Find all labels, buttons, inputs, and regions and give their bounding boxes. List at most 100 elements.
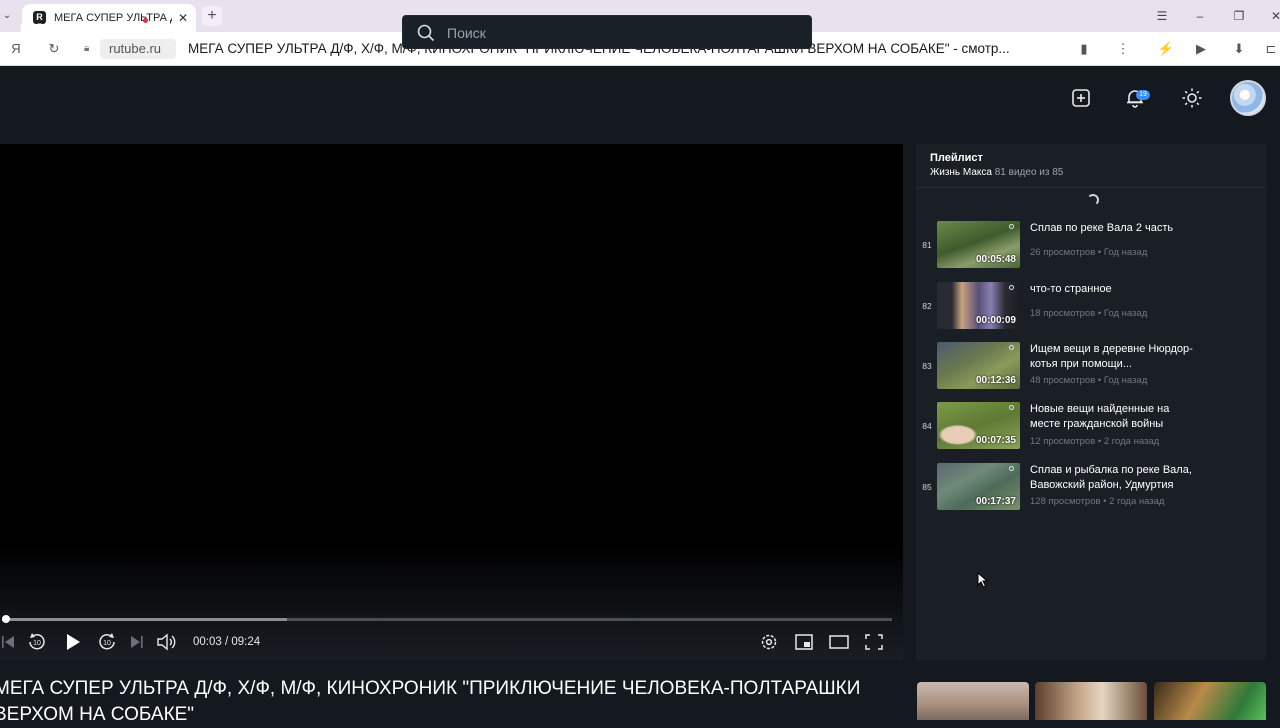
theme-icon[interactable]: [1181, 87, 1203, 109]
play-icon[interactable]: [62, 632, 84, 652]
meta-separator: •: [1095, 436, 1104, 447]
video-thumbnail[interactable]: 00:00:09: [937, 282, 1020, 329]
video-thumbnail[interactable]: 00:05:48: [937, 221, 1020, 268]
video-age: 2 года назад: [1103, 436, 1160, 447]
new-tab-button[interactable]: +: [202, 6, 222, 26]
restore-icon[interactable]: ❐: [1229, 7, 1249, 25]
video-views: 128 просмотров: [1030, 496, 1101, 507]
fullscreen-icon[interactable]: [863, 632, 885, 652]
more-icon[interactable]: ⋮: [1114, 40, 1132, 58]
meta-separator: •: [1095, 375, 1104, 386]
notifications-badge: 19: [1136, 90, 1150, 100]
video-thumbnail[interactable]: 00:07:35: [937, 402, 1020, 449]
video-views: 26 просмотров: [1030, 247, 1096, 258]
video-meta: 128 просмотров • 2 года назад: [1030, 496, 1164, 508]
watched-indicator-icon: [1009, 224, 1014, 229]
playlist-item-number: 82: [922, 301, 932, 311]
playlist-item[interactable]: 84 00:07:35 Новые вещи найденные на мест…: [916, 402, 1266, 458]
tab-list-chevron-icon[interactable]: ⌄: [0, 8, 14, 24]
mouse-cursor-icon: [977, 572, 989, 588]
playlist-item[interactable]: 83 00:12:36 Ищем вещи в деревне Нюрдор-к…: [916, 342, 1266, 398]
search-placeholder: Поиск: [447, 25, 486, 41]
video-age: Год назад: [1103, 308, 1148, 319]
playlist-title: Плейлист: [930, 152, 983, 164]
video-duration: 00:00:09: [975, 315, 1016, 326]
meta-separator: •: [1095, 308, 1104, 319]
video-age: Год назад: [1103, 247, 1148, 258]
avatar[interactable]: [1230, 80, 1266, 116]
playlist-item[interactable]: 85 00:17:37 Сплав и рыбалка по реке Вала…: [916, 463, 1266, 519]
recommendation-thumbnail[interactable]: [1035, 682, 1147, 720]
recommendation-thumbnail[interactable]: [917, 682, 1029, 720]
forward-10-icon[interactable]: 10: [96, 632, 118, 652]
search-icon: [417, 24, 435, 42]
upload-icon[interactable]: [1070, 87, 1092, 109]
video-meta: 26 просмотров • Год назад: [1030, 247, 1147, 259]
video-age: Год назад: [1103, 375, 1148, 386]
browser-menu-icon[interactable]: ☰: [1152, 7, 1172, 25]
playlist-item-number: 85: [922, 482, 932, 492]
rewind-10-icon[interactable]: 10: [26, 632, 48, 652]
progress-buffered: [2, 618, 287, 621]
playlist-item-number: 81: [922, 240, 932, 250]
rutube-logo[interactable]: RUTUBE: [19, 20, 117, 44]
watched-indicator-icon: [1009, 285, 1014, 290]
miniplayer-icon[interactable]: [793, 632, 815, 652]
video-duration: 00:17:37: [975, 496, 1016, 507]
playlist-item-number: 83: [922, 361, 932, 371]
video-title[interactable]: что-то странное: [1030, 282, 1200, 297]
window-close-icon[interactable]: ✕: [1266, 7, 1280, 25]
video-age: 2 года назад: [1109, 496, 1165, 507]
page-title: МЕГА СУПЕР УЛЬТРА Д/Ф, Х/Ф, М/Ф, КИНОХРО…: [0, 678, 861, 725]
extension-icon[interactable]: ⚡: [1157, 40, 1175, 58]
video-duration: 00:12:36: [975, 375, 1016, 386]
playlist-subtitle: Жизнь Макса 81 видео из 85: [930, 166, 1063, 180]
logo-accent-dot: [143, 18, 148, 23]
playlist-item[interactable]: 81 00:05:48 Сплав по реке Вала 2 часть 2…: [916, 221, 1266, 277]
downloads-icon[interactable]: ⬇: [1230, 40, 1248, 58]
bookmark-icon[interactable]: ▮: [1075, 40, 1093, 58]
video-title[interactable]: Новые вещи найденные на месте гражданско…: [1030, 402, 1200, 432]
watched-indicator-icon: [1009, 466, 1014, 471]
svg-text:10: 10: [33, 640, 41, 647]
video-thumbnail[interactable]: 00:12:36: [937, 342, 1020, 389]
svg-text:10: 10: [103, 640, 111, 647]
video-meta: 48 просмотров • Год назад: [1030, 375, 1147, 387]
meta-separator: •: [1095, 247, 1104, 258]
video-player[interactable]: [0, 144, 903, 660]
player-timecode: 00:03 / 09:24: [193, 636, 261, 648]
playlist-item[interactable]: 82 00:00:09 что-то странное 18 просмотро…: [916, 282, 1266, 338]
meta-separator: •: [1100, 496, 1110, 507]
prev-icon[interactable]: [0, 632, 22, 652]
video-meta: 12 просмотров • 2 года назад: [1030, 436, 1159, 448]
video-title[interactable]: Ищем вещи в деревне Нюрдор-котья при пом…: [1030, 342, 1200, 372]
settings-icon[interactable]: [758, 632, 780, 652]
media-icon[interactable]: ▶: [1192, 40, 1210, 58]
watched-indicator-icon: [1009, 345, 1014, 350]
loading-spinner-icon: [1087, 194, 1099, 206]
theater-icon[interactable]: [828, 632, 850, 652]
duration: 09:24: [231, 636, 261, 648]
video-thumbnail[interactable]: 00:17:37: [937, 463, 1020, 510]
progress-knob[interactable]: [2, 615, 10, 623]
playlist-count: 81 видео из 85: [994, 167, 1064, 178]
current-time: 00:03: [193, 636, 222, 648]
search-bar[interactable]: Поиск: [402, 15, 812, 49]
minimize-icon[interactable]: –: [1190, 7, 1210, 25]
video-views: 18 просмотров: [1030, 308, 1096, 319]
volume-icon[interactable]: [155, 632, 177, 652]
watched-indicator-icon: [1009, 405, 1014, 410]
playlist-item-number: 84: [922, 421, 932, 431]
tab-close-icon[interactable]: ✕: [176, 10, 190, 26]
video-views: 12 просмотров: [1030, 436, 1096, 447]
next-icon[interactable]: [126, 632, 148, 652]
video-meta: 18 просмотров • Год назад: [1030, 308, 1147, 320]
video-title[interactable]: Сплав по реке Вала 2 часть: [1030, 221, 1200, 236]
sidebar-icon[interactable]: ⊏: [1262, 40, 1280, 58]
video-views: 48 просмотров: [1030, 375, 1096, 386]
playlist-name[interactable]: Жизнь Макса: [930, 167, 992, 178]
video-title[interactable]: Сплав и рыбалка по реке Вала, Вавожский …: [1030, 463, 1200, 493]
video-duration: 00:05:48: [975, 254, 1016, 265]
recommendation-thumbnail[interactable]: [1154, 682, 1266, 720]
video-duration: 00:07:35: [975, 435, 1016, 446]
